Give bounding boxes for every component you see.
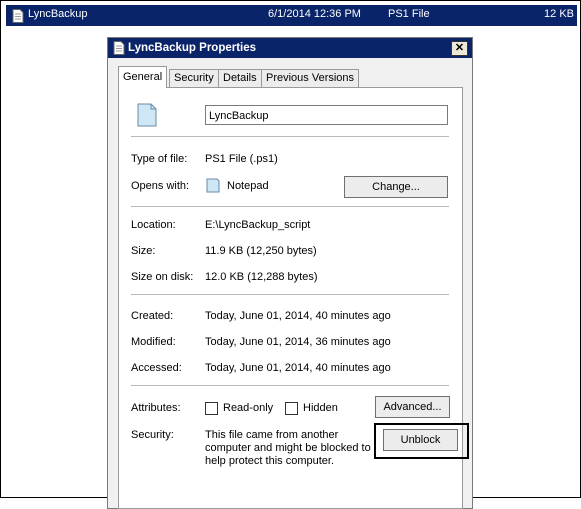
created-value: Today, June 01, 2014, 40 minutes ago (205, 310, 391, 322)
size-on-disk-label: Size on disk: (131, 271, 194, 283)
notepad-icon (205, 177, 221, 196)
accessed-label: Accessed: (131, 362, 182, 374)
accessed-value: Today, June 01, 2014, 40 minutes ago (205, 362, 391, 374)
readonly-checkbox[interactable] (205, 402, 218, 415)
file-name: LyncBackup (28, 8, 88, 20)
size-value: 11.9 KB (12,250 bytes) (205, 245, 317, 257)
document-icon (137, 103, 157, 130)
file-size: 12 KB (544, 8, 574, 20)
document-icon (113, 41, 125, 55)
hidden-checkbox[interactable] (285, 402, 298, 415)
modified-value: Today, June 01, 2014, 36 minutes ago (205, 336, 391, 348)
type-of-file-value: PS1 File (.ps1) (205, 153, 278, 165)
tab-general[interactable]: General (118, 66, 168, 88)
file-name-input[interactable]: LyncBackup (205, 105, 448, 125)
dialog-titlebar[interactable]: LyncBackup Properties ✕ (108, 38, 472, 58)
file-date: 6/1/2014 12:36 PM (268, 8, 361, 20)
size-on-disk-value: 12.0 KB (12,288 bytes) (205, 271, 318, 283)
size-label: Size: (131, 245, 156, 257)
dialog-title: LyncBackup Properties (128, 42, 257, 54)
properties-dialog: LyncBackup Properties ✕ General Security… (107, 37, 473, 509)
security-text-line-1: This file came from another (205, 429, 339, 441)
created-label: Created: (131, 310, 174, 322)
general-tab-panel: LyncBackup Type of file: PS1 File (.ps1)… (118, 87, 469, 509)
type-of-file-label: Type of file: (131, 153, 188, 165)
location-label: Location: (131, 219, 176, 231)
hidden-label: Hidden (303, 402, 338, 414)
tab-security[interactable]: Security (169, 69, 219, 87)
document-icon (12, 8, 24, 23)
security-label: Security: (131, 429, 174, 441)
close-button[interactable]: ✕ (451, 41, 468, 56)
tab-previous-versions[interactable]: Previous Versions (261, 69, 360, 87)
opens-with-value: Notepad (227, 180, 269, 192)
attributes-label: Attributes: (131, 402, 181, 414)
advanced-button[interactable]: Advanced... (375, 396, 450, 418)
file-list-row[interactable]: LyncBackup 6/1/2014 12:36 PM PS1 File 12… (6, 5, 577, 26)
file-type: PS1 File (388, 8, 430, 20)
divider (131, 136, 449, 137)
security-text-line-3: help protect this computer. (205, 455, 335, 467)
security-text-line-2: computer and might be blocked to (205, 442, 371, 454)
opens-with-label: Opens with: (131, 180, 190, 192)
unblock-button[interactable]: Unblock (383, 429, 458, 451)
divider (131, 294, 449, 295)
tab-details[interactable]: Details (218, 69, 262, 87)
divider (131, 385, 449, 386)
readonly-label: Read-only (223, 402, 274, 414)
divider (131, 206, 449, 207)
modified-label: Modified: (131, 336, 176, 348)
change-button[interactable]: Change... (344, 176, 448, 198)
location-value: E:\LyncBackup_script (205, 219, 311, 231)
